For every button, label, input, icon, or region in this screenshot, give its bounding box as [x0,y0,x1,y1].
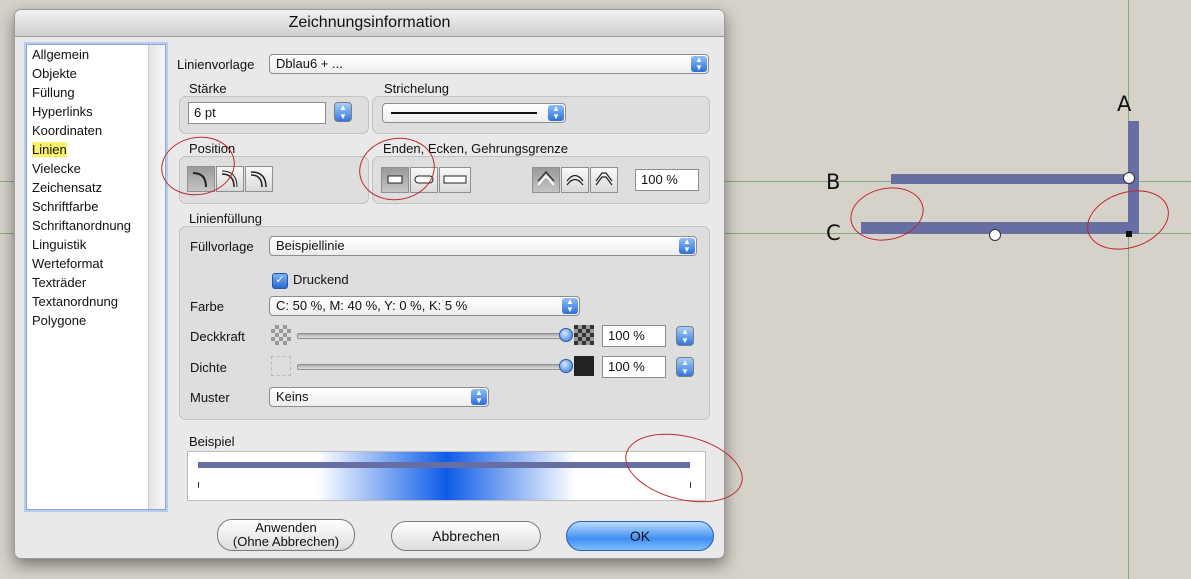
density-high-icon [574,356,594,376]
density-low-icon [271,356,291,376]
handle-b[interactable] [1123,172,1135,184]
category-item[interactable]: Zeichensatz [27,178,165,197]
position-outside-icon[interactable] [245,166,273,192]
category-item[interactable]: Allgemein [27,45,165,64]
category-item-label: Schriftanordnung [32,218,132,233]
category-item[interactable]: Hyperlinks [27,102,165,121]
point-label-a: A [1117,92,1132,116]
width-input[interactable]: 6 pt [188,102,326,124]
category-item[interactable]: Werteformat [27,254,165,273]
opacity-high-icon [574,325,594,345]
printing-label: Druckend [293,272,349,287]
popup-arrows-icon: ▲ ▼ [679,238,695,254]
opacity-input[interactable]: 100 % [602,325,666,347]
point-label-c: C [826,221,841,245]
opacity-slider-knob[interactable] [559,328,573,342]
category-item-label: Linguistik [32,237,87,252]
category-item-label: Koordinaten [32,123,103,138]
category-list[interactable]: Allgemein Objekte Füllung Hyperlinks Koordin… [26,44,166,510]
popup-arrows-icon: ▲ ▼ [562,298,578,314]
category-item-label: Texträder [32,275,87,290]
line-style-popup[interactable]: Dblau6 + ... ▲ ▼ [269,54,709,74]
apply-button[interactable]: Anwenden (Ohne Abbrechen) [217,519,355,551]
miter-limit-input[interactable]: 100 % [635,169,699,191]
printing-checkbox[interactable]: ✓ [272,273,288,289]
category-item[interactable]: Vielecke [27,159,165,178]
point-label-b: B [826,170,841,194]
density-slider[interactable] [297,364,569,370]
apply-button-label: Anwenden [255,520,317,535]
width-stepper[interactable]: ▲ ▼ [334,102,352,122]
pattern-popup[interactable]: Keins ▲ ▼ [269,387,489,407]
category-item[interactable]: Texträder [27,273,165,292]
category-item-label: Zeichensatz [32,180,103,195]
pattern-value: Keins [276,389,309,404]
preview-label: Beispiel [189,434,235,449]
category-item-label: Allgemein [32,47,90,62]
category-item-label: Hyperlinks [32,104,93,119]
solid-line-icon [391,112,537,114]
color-label: Farbe [190,299,224,314]
preview-line [198,462,690,468]
pattern-label: Muster [190,390,230,405]
category-item-label: Werteformat [32,256,104,271]
join-miter-icon[interactable] [532,167,560,193]
category-item[interactable]: Objekte [27,64,165,83]
fill-preset-value: Beispiellinie [276,238,345,253]
opacity-label: Deckkraft [190,329,245,344]
category-item-label: Vielecke [32,161,81,176]
category-item[interactable]: Textanordnung [27,292,165,311]
dash-label: Strichelung [384,81,450,96]
category-item[interactable]: Schriftfarbe [27,197,165,216]
popup-arrows-icon: ▲ ▼ [548,105,564,121]
drawing-info-dialog: Zeichnungsinformation Allgemein Objekte Fü… [14,9,725,559]
annotation-circle [1079,180,1177,260]
category-item-label: Füllung [32,85,75,100]
category-item[interactable]: Schriftanordnung [27,216,165,235]
category-item-label: Objekte [32,66,77,81]
line-b[interactable] [891,174,1134,184]
line-style-label: Linienvorlage [177,57,255,72]
fill-preset-popup[interactable]: Beispiellinie ▲ ▼ [269,236,697,256]
opacity-stepper[interactable]: ▲ ▼ [676,326,694,346]
line-style-value: Dblau6 + ... [276,56,343,71]
density-input[interactable]: 100 % [602,356,666,378]
category-item[interactable]: Koordinaten [27,121,165,140]
category-scrollbar[interactable] [148,45,165,509]
opacity-slider[interactable] [297,333,569,339]
opacity-low-icon [271,325,291,345]
dash-popup[interactable]: ▲ ▼ [382,103,566,123]
category-item-label: Polygone [32,313,87,328]
apply-button-sublabel: (Ohne Abbrechen) [232,534,340,549]
popup-arrows-icon: ▲ ▼ [691,56,707,72]
category-item-label: Linien [32,142,67,157]
color-popup[interactable]: C: 50 %, M: 40 %, Y: 0 %, K: 5 % ▲ ▼ [269,296,580,316]
density-slider-knob[interactable] [559,359,573,373]
cancel-button[interactable]: Abbrechen [391,521,541,551]
line-fill-label: Linienfüllung [189,211,263,226]
preview-tick-left [198,482,199,488]
category-item-label: Textanordnung [32,294,119,309]
ok-button[interactable]: OK [566,521,714,551]
category-item[interactable]: Polygone [27,311,165,330]
density-stepper[interactable]: ▲ ▼ [676,357,694,377]
handle-c-mid[interactable] [989,229,1001,241]
category-item-label: Schriftfarbe [32,199,99,214]
join-round-icon[interactable] [561,167,589,193]
cap-square-icon[interactable] [439,167,471,193]
annotation-circle [845,180,929,248]
dialog-title: Zeichnungsinformation [15,10,724,37]
popup-arrows-icon: ▲ ▼ [471,389,487,405]
drawing-canvas[interactable]: A B C [724,0,1191,579]
category-item[interactable]: Linien [27,140,165,159]
density-label: Dichte [190,360,227,375]
fill-preset-label: Füllvorlage [190,239,254,254]
category-item[interactable]: Füllung [27,83,165,102]
color-value: C: 50 %, M: 40 %, Y: 0 %, K: 5 % [276,298,468,313]
width-label: Stärke [189,81,227,96]
category-item[interactable]: Linguistik [27,235,165,254]
join-bevel-icon[interactable] [590,167,618,193]
